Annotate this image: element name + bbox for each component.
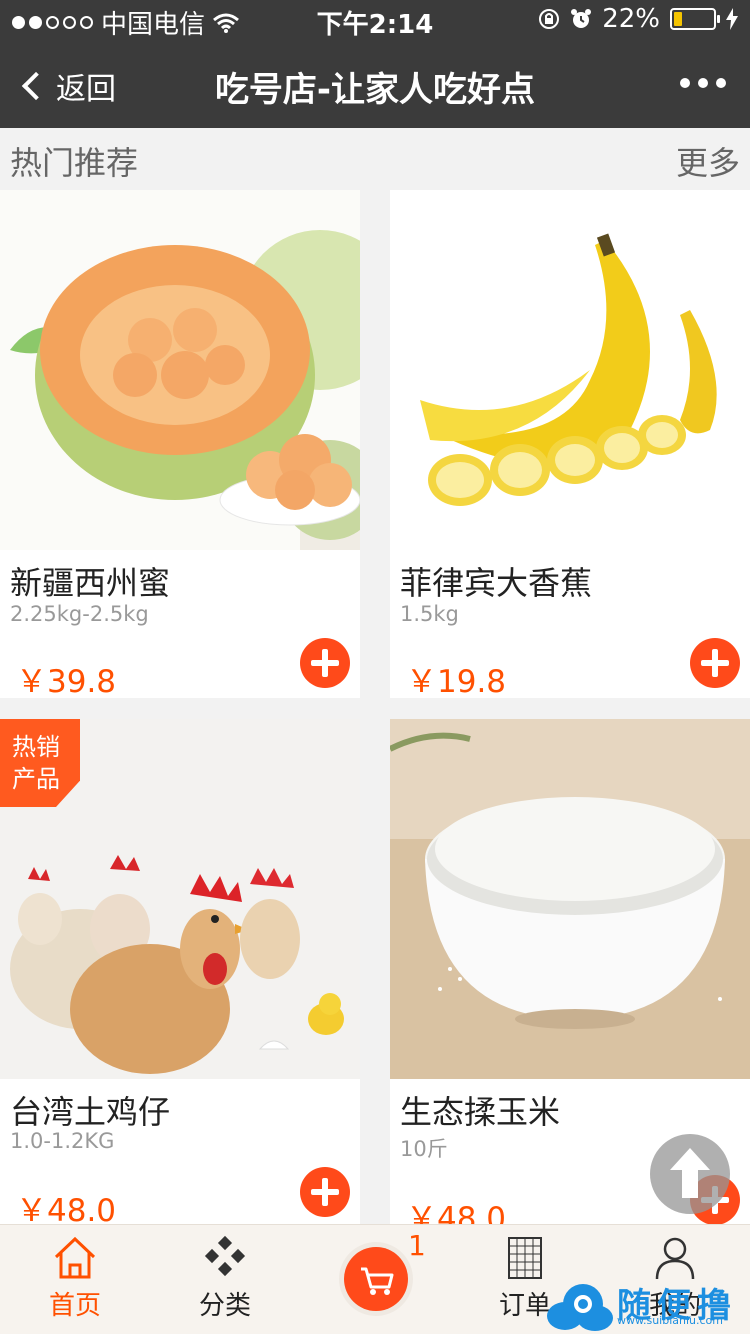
battery-percent: 22% (602, 4, 660, 34)
back-button[interactable]: 返回 (18, 64, 116, 108)
hot-sale-badge: 热销 产品 (0, 719, 80, 807)
product-name: 生态揉玉米 (400, 1093, 561, 1131)
product-price: ￥39.8 (16, 664, 117, 698)
product-spec: 1.5kg (400, 602, 459, 626)
add-to-cart-button[interactable] (300, 638, 350, 688)
add-to-cart-button[interactable] (690, 638, 740, 688)
status-bar: 中国电信 下午2:14 22% (0, 0, 750, 40)
battery-icon (670, 8, 720, 30)
user-icon (655, 1237, 695, 1280)
home-icon (54, 1236, 96, 1279)
dot-icon (716, 78, 726, 88)
cart-button[interactable] (344, 1247, 408, 1311)
product-spec: 2.25kg-2.5kg (10, 602, 149, 626)
dot-icon (680, 78, 690, 88)
charging-icon (726, 8, 738, 30)
product-card[interactable]: 菲律宾大香蕉 1.5kg ￥19.8 (390, 190, 750, 698)
chevron-left-icon (21, 71, 51, 101)
battery-level (674, 12, 682, 26)
status-right: 22% (538, 4, 738, 34)
tab-mine[interactable]: 我的 (600, 1225, 750, 1334)
cart-icon (361, 1267, 394, 1295)
section-title: 热门推荐 (10, 144, 139, 182)
add-to-cart-button[interactable] (300, 1167, 350, 1217)
back-label: 返回 (56, 72, 116, 107)
product-image-melon (0, 190, 360, 550)
arrow-up-icon (670, 1148, 710, 1198)
section-header: 热门推荐 更多 (0, 128, 750, 188)
alarm-icon (571, 9, 592, 28)
tab-orders-label: 订单 (498, 1291, 551, 1321)
scroll-to-top-button[interactable] (650, 1134, 730, 1214)
rotation-lock-icon (539, 9, 560, 29)
tab-home-label: 首页 (48, 1291, 101, 1321)
tab-home[interactable]: 首页 (0, 1225, 150, 1334)
tab-mine-label: 我的 (648, 1291, 701, 1321)
nav-bar: 返回 吃号店-让家人吃好点 (0, 40, 750, 128)
product-spec: 1.0-1.2KG (10, 1129, 115, 1153)
more-link[interactable]: 更多 (676, 138, 740, 184)
category-icon (204, 1235, 246, 1277)
more-menu-button[interactable] (680, 78, 726, 88)
product-image-rice (390, 719, 750, 1079)
dot-icon (698, 78, 708, 88)
tab-category[interactable]: 分类 (150, 1225, 300, 1334)
badge-line-1: 热销 (12, 733, 60, 761)
product-name: 菲律宾大香蕉 (400, 564, 593, 602)
product-image-banana (390, 190, 750, 550)
product-card[interactable]: 新疆西州蜜 2.25kg-2.5kg ￥39.8 (0, 190, 360, 698)
tab-orders[interactable]: 订单 (450, 1225, 600, 1334)
product-card[interactable]: 热销 产品 台湾土鸡仔 1.0-1.2KG ￥48.0 (0, 719, 360, 1224)
tab-category-label: 分类 (198, 1291, 251, 1321)
product-price: ￥48.0 (406, 1201, 507, 1224)
product-name: 新疆西州蜜 (10, 564, 171, 602)
badge-line-2: 产品 (12, 765, 60, 793)
cart-count-badge: 1 (408, 1229, 426, 1262)
product-price: ￥19.8 (406, 664, 507, 698)
product-spec: 10斤 (400, 1137, 448, 1161)
product-name: 台湾土鸡仔 (10, 1093, 171, 1131)
orders-icon (508, 1237, 542, 1279)
product-price: ￥48.0 (16, 1193, 117, 1224)
tab-bar: 首页 分类 1 订单 我的 (0, 1224, 750, 1334)
